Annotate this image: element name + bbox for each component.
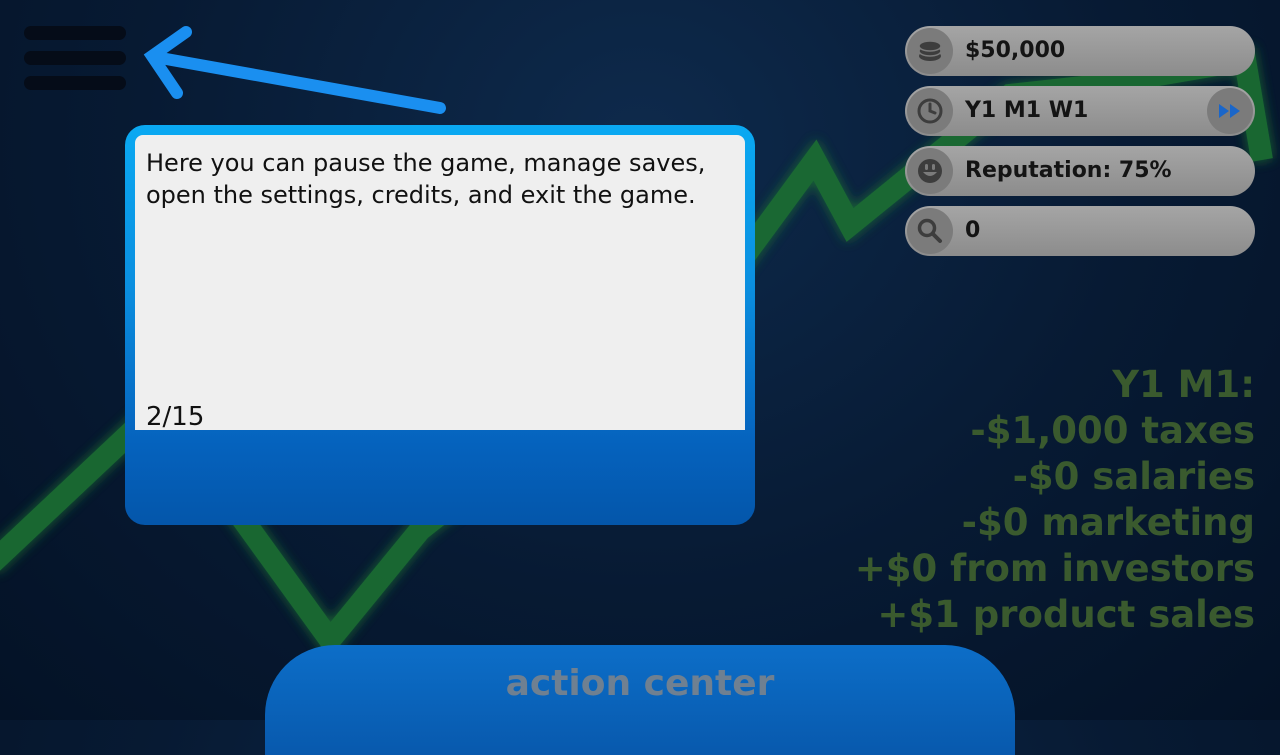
date-stat: Y1 M1 W1: [905, 86, 1255, 136]
hamburger-menu-icon: [24, 26, 126, 40]
smiley-face-icon: [907, 148, 953, 194]
action-center-button[interactable]: action center: [265, 645, 1015, 755]
report-line: -$1,000 taxes: [970, 409, 1255, 452]
clock-icon: [907, 88, 953, 134]
fast-forward-button[interactable]: [1207, 88, 1253, 134]
hamburger-menu-icon-bar: [24, 76, 126, 90]
menu-button[interactable]: [24, 24, 128, 94]
tutorial-text: Here you can pause the game, manage save…: [146, 149, 706, 209]
date-value: Y1 M1 W1: [965, 98, 1089, 123]
hamburger-menu-icon-bar: [24, 51, 126, 65]
report-line: +$1 product sales: [877, 593, 1255, 636]
tutorial-page-counter: 2/15: [146, 402, 205, 432]
report-line: +$0 from investors: [854, 547, 1255, 590]
action-center-label: action center: [505, 663, 775, 704]
monthly-report: Y1 M1: -$1,000 taxes -$0 salaries -$0 ma…: [855, 362, 1255, 638]
tutorial-dialog[interactable]: Here you can pause the game, manage save…: [125, 125, 755, 525]
tutorial-panel: Here you can pause the game, manage save…: [135, 135, 745, 432]
report-title: Y1 M1:: [1112, 363, 1255, 406]
magnifier-icon: [907, 208, 953, 254]
search-value: 0: [965, 218, 981, 243]
fast-forward-icon: [1219, 104, 1240, 118]
money-value: $50,000: [965, 38, 1066, 63]
reputation-value: Reputation: 75%: [965, 158, 1172, 183]
reputation-stat: Reputation: 75%: [905, 146, 1255, 196]
search-stat: 0: [905, 206, 1255, 256]
report-line: -$0 marketing: [961, 501, 1255, 544]
report-line: -$0 salaries: [1012, 455, 1255, 498]
coins-icon: [907, 28, 953, 74]
money-stat: $50,000: [905, 26, 1255, 76]
